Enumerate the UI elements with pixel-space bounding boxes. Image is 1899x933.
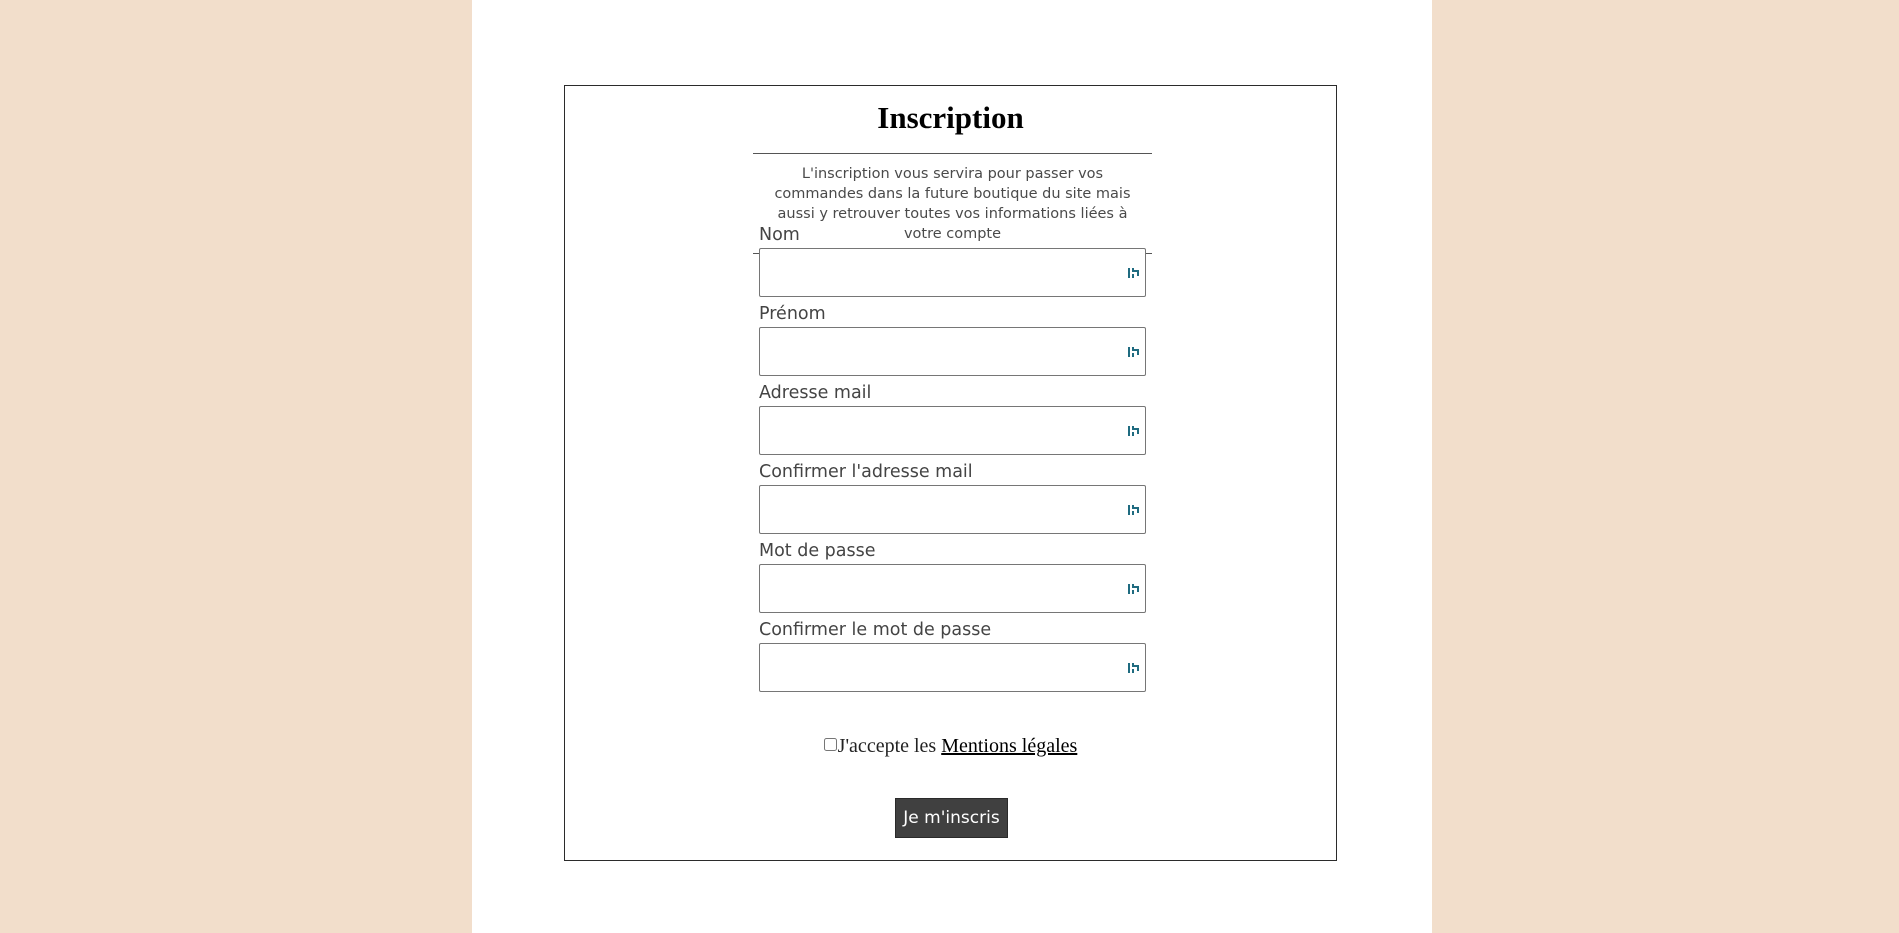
field-confirm-email: Confirmer l'adresse mail	[759, 461, 1146, 534]
password-input[interactable]	[760, 565, 1145, 612]
field-label: Confirmer le mot de passe	[759, 620, 992, 640]
field-adresse-mail: Adresse mail	[759, 382, 1146, 455]
field-label: Confirmer l'adresse mail	[759, 462, 973, 482]
field-prenom: Prénom	[759, 303, 1146, 376]
terms-label: J'accepte les	[837, 735, 942, 757]
legal-mentions-link[interactable]: Mentions légales	[941, 735, 1077, 757]
email-input[interactable]	[760, 407, 1145, 454]
input-wrapper	[759, 327, 1146, 376]
prenom-input[interactable]	[760, 328, 1145, 375]
confirm-email-input[interactable]	[760, 486, 1145, 533]
input-wrapper	[759, 643, 1146, 692]
input-wrapper	[759, 406, 1146, 455]
nom-input[interactable]	[760, 249, 1145, 296]
page-container: Inscription L'inscription vous servira p…	[472, 0, 1432, 933]
field-label: Mot de passe	[759, 541, 876, 561]
input-wrapper	[759, 485, 1146, 534]
signup-button[interactable]: Je m'inscris	[895, 798, 1008, 838]
terms-row: J'accepte les Mentions légales	[565, 734, 1336, 758]
form-title: Inscription	[877, 100, 1024, 135]
field-mot-de-passe: Mot de passe	[759, 540, 1146, 613]
terms-checkbox[interactable]	[823, 738, 837, 751]
confirm-password-input[interactable]	[760, 644, 1145, 691]
input-wrapper	[759, 248, 1146, 297]
field-confirm-password: Confirmer le mot de passe	[759, 619, 1146, 692]
field-label: Adresse mail	[759, 383, 872, 403]
signup-form-card: Inscription L'inscription vous servira p…	[564, 85, 1337, 861]
field-label: Nom	[759, 225, 800, 245]
field-label: Prénom	[759, 304, 826, 324]
input-wrapper	[759, 564, 1146, 613]
field-nom: Nom	[759, 224, 1146, 297]
